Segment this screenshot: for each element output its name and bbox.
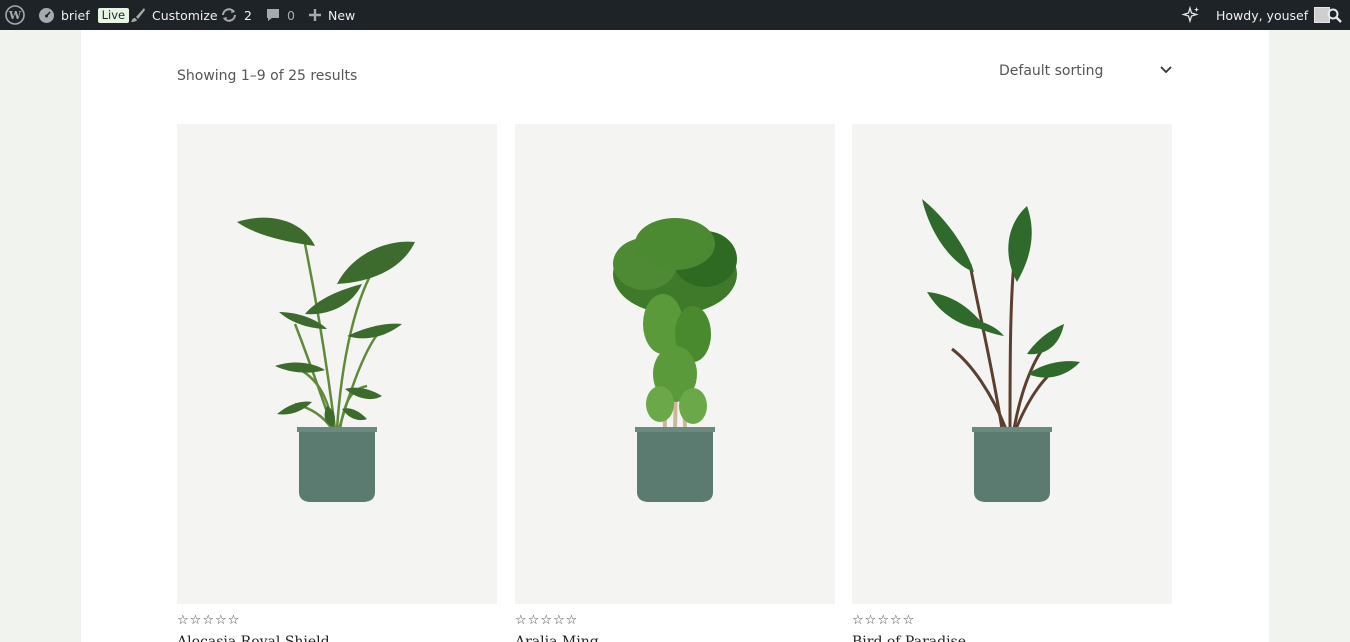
greeting: Howdy, yousef (1216, 7, 1309, 23)
star-empty-icon: ☆ (202, 613, 214, 628)
wp-logo-button[interactable]: W (5, 0, 25, 30)
svg-text:W: W (8, 9, 22, 22)
star-empty-icon: ☆ (214, 613, 227, 628)
updates-count: 2 (244, 7, 252, 23)
product-card[interactable]: ☆ ☆ ☆ ☆ ☆ Bird of Paradise (852, 124, 1172, 642)
admin-bar: W brief Live Customize 2 0 New Howdy, yo… (0, 0, 1350, 30)
star-rating: ☆ ☆ ☆ ☆ ☆ (852, 614, 1172, 628)
bird-of-paradise-plant-illustration (922, 199, 1080, 502)
my-account-link[interactable]: Howdy, yousef (1216, 0, 1331, 30)
product-title[interactable]: Bird of Paradise (852, 634, 1172, 642)
product-image[interactable] (515, 124, 835, 604)
product-title[interactable]: Alocasia Royal Shield (177, 634, 497, 642)
star-empty-icon: ☆ (889, 613, 902, 628)
result-count: Showing 1–9 of 25 results (177, 68, 358, 84)
new-label: New (328, 7, 356, 23)
star-empty-icon: ☆ (515, 613, 527, 628)
dashboard-gauge-icon (38, 7, 55, 24)
alocasia-plant-illustration (237, 217, 415, 502)
paintbrush-icon (130, 7, 146, 23)
star-empty-icon: ☆ (527, 613, 540, 628)
search-icon (1327, 8, 1342, 23)
shop-content: Showing 1–9 of 25 results Default sortin… (81, 30, 1269, 642)
star-empty-icon: ☆ (227, 613, 240, 628)
star-empty-icon: ☆ (902, 613, 915, 628)
star-empty-icon: ☆ (177, 613, 189, 628)
site-name-link[interactable]: brief Live (38, 0, 130, 30)
live-badge: Live (97, 7, 130, 23)
product-image[interactable] (177, 124, 497, 604)
star-empty-icon: ☆ (552, 613, 565, 628)
new-content-link[interactable]: New (308, 0, 355, 30)
star-empty-icon: ☆ (852, 613, 864, 628)
comments-count: 0 (287, 7, 295, 23)
comment-bubble-icon (265, 7, 281, 23)
sorting-select[interactable]: Default sorting (999, 58, 1173, 84)
star-rating: ☆ ☆ ☆ ☆ ☆ (515, 614, 835, 628)
site-name: brief (61, 7, 90, 23)
product-card[interactable]: ☆ ☆ ☆ ☆ ☆ Alocasia Royal Shield (177, 124, 497, 642)
customize-link[interactable]: Customize (130, 0, 218, 30)
updates-link[interactable]: 2 (220, 0, 252, 30)
customize-label: Customize (152, 7, 218, 23)
aralia-plant-illustration (613, 218, 737, 502)
comments-link[interactable]: 0 (265, 0, 295, 30)
star-empty-icon: ☆ (864, 613, 877, 628)
sorting-selected: Default sorting (999, 63, 1104, 79)
product-title[interactable]: Aralia Ming (515, 634, 835, 642)
star-empty-icon: ☆ (877, 613, 889, 628)
star-empty-icon: ☆ (565, 613, 578, 628)
product-image[interactable] (852, 124, 1172, 604)
star-empty-icon: ☆ (540, 613, 552, 628)
admin-search-button[interactable] (1327, 0, 1342, 30)
plus-icon (308, 8, 322, 22)
updates-refresh-icon (220, 7, 238, 23)
star-empty-icon: ☆ (189, 613, 202, 628)
star-rating: ☆ ☆ ☆ ☆ ☆ (177, 614, 497, 628)
ai-assistant-button[interactable] (1181, 0, 1201, 30)
wordpress-logo-icon: W (5, 5, 25, 25)
product-card[interactable]: ☆ ☆ ☆ ☆ ☆ Aralia Ming (515, 124, 835, 642)
chevron-down-icon (1159, 63, 1173, 79)
sparkles-icon (1181, 5, 1201, 25)
